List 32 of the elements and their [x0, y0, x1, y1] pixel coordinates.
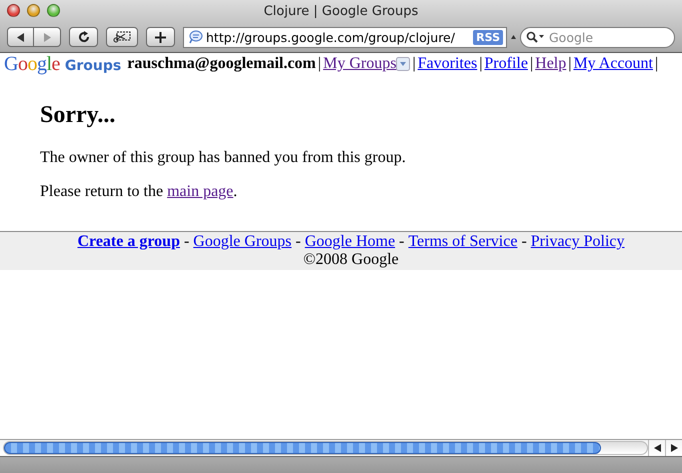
footer-link[interactable]: Terms of Service	[408, 233, 518, 250]
user-email: rauschma@googlemail.com	[127, 55, 316, 73]
address-field[interactable]: http://groups.google.com/group/clojure/ RSS	[183, 26, 507, 48]
separator: -	[296, 233, 301, 250]
nav-link[interactable]: My Account	[573, 55, 653, 73]
separator: |	[568, 55, 572, 73]
separator: -	[184, 233, 190, 250]
separator: -	[399, 233, 404, 250]
return-text: Please return to the	[40, 183, 164, 200]
rss-badge[interactable]: RSS	[473, 30, 503, 44]
window-title: Clojure | Google Groups	[264, 4, 418, 18]
nav-link[interactable]: Profile	[484, 55, 528, 73]
separator: -	[521, 233, 527, 250]
separator: |	[530, 55, 534, 73]
footer-link[interactable]: Privacy Policy	[530, 233, 625, 250]
separator: |	[655, 55, 658, 73]
search-field[interactable]: Google	[520, 26, 675, 48]
footer-link[interactable]: Create a group	[77, 233, 180, 250]
footer-link[interactable]: Google Groups	[193, 233, 292, 250]
separator: |	[412, 55, 416, 73]
error-message: The owner of this group has banned you from this group.	[40, 149, 407, 167]
nav-link[interactable]: Favorites	[418, 55, 478, 73]
separator: |	[479, 55, 482, 73]
main-page-link[interactable]: main page	[167, 183, 234, 200]
footer-link[interactable]: Google Home	[304, 233, 396, 250]
error-heading: Sorry...	[40, 101, 116, 130]
separator: |	[318, 55, 322, 73]
nav-link[interactable]: Help	[535, 55, 566, 73]
logo[interactable]: Google Groups	[4, 52, 122, 76]
copyright: ©2008 Google	[302, 251, 400, 269]
nav-link[interactable]: My Groups	[323, 55, 396, 73]
period-text: .	[233, 183, 238, 200]
